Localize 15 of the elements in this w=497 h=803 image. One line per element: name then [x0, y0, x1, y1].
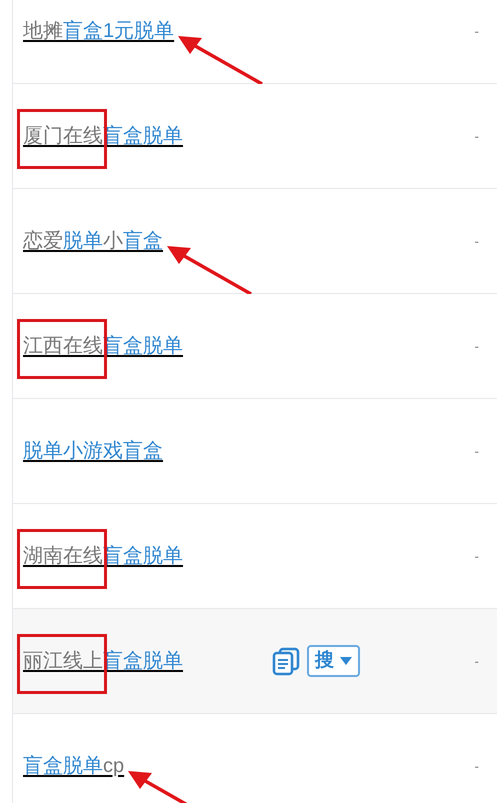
value-text: -: [474, 336, 479, 356]
value-text: -: [474, 22, 479, 40]
value-text: -: [474, 126, 479, 146]
value-text: -: [474, 756, 479, 776]
copy-icon[interactable]: [271, 646, 301, 676]
value-text: -: [474, 232, 479, 250]
keyword-link[interactable]: 恋爱脱单小盲盒: [23, 230, 163, 252]
keyword-link[interactable]: 地摊盲盒1元脱单: [23, 20, 174, 42]
value-text: -: [474, 442, 479, 460]
value-text: -: [474, 652, 479, 670]
caret-icon: [340, 657, 352, 665]
keyword-link[interactable]: 脱单小游戏盲盒: [23, 440, 163, 462]
value-text: -: [474, 546, 479, 566]
search-dropdown-button[interactable]: 搜: [307, 645, 360, 677]
keyword-link[interactable]: 盲盒脱单cp: [23, 755, 124, 777]
